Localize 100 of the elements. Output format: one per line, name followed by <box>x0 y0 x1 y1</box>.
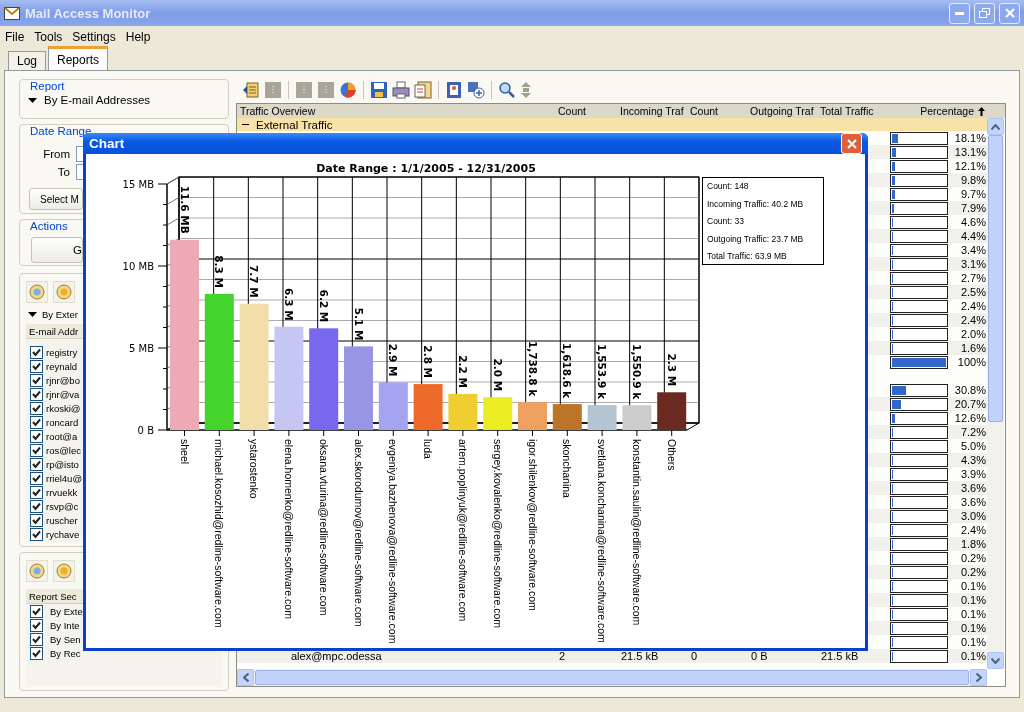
tick-label: 0 B <box>137 425 154 436</box>
menu-item[interactable]: File <box>0 30 30 44</box>
axis-label: alex.skorodumov@redline-software.com <box>352 439 365 627</box>
summary-line: Total Traffic: 63.9 MB <box>707 251 788 261</box>
action-button[interactable]: G <box>31 237 83 263</box>
sort-arrow-icon <box>978 106 985 116</box>
date-field[interactable] <box>76 164 83 180</box>
value-label: 2.2 M <box>456 355 469 388</box>
axis-label: konstantin.saulin@redline-software.com <box>630 439 643 626</box>
caret-left-icon[interactable] <box>242 673 249 682</box>
checkbox[interactable] <box>30 499 43 513</box>
column-header[interactable]: Incoming Traf <box>617 104 687 118</box>
checkbox[interactable] <box>30 457 43 471</box>
tab[interactable]: Log <box>8 51 47 70</box>
checkbox[interactable] <box>30 604 43 618</box>
checkbox[interactable] <box>30 443 43 457</box>
pie-chart-icon[interactable] <box>339 81 357 99</box>
checkbox[interactable] <box>30 429 43 443</box>
checkbox[interactable] <box>30 387 43 401</box>
document-icon[interactable] <box>414 81 432 99</box>
table-cell: 2.4% <box>960 314 987 326</box>
section-label: By Sen <box>50 633 81 645</box>
column-header[interactable]: Count <box>555 104 617 118</box>
checkbox[interactable] <box>30 373 43 387</box>
menu-item[interactable]: Help <box>120 30 156 44</box>
add-item-icon[interactable] <box>467 81 485 99</box>
radio-icon[interactable] <box>53 281 75 303</box>
checkbox[interactable] <box>30 527 43 541</box>
axis-label: oksana.vturina@redline-software.com <box>317 439 330 616</box>
checkbox[interactable] <box>30 345 43 359</box>
table-cell: 20.7% <box>954 398 987 410</box>
address-label: rjnr@bo <box>46 374 80 386</box>
group-label: Actions <box>28 220 70 232</box>
caret-right-icon[interactable] <box>975 673 982 682</box>
summary-line: Incoming Traffic: 40.2 MB <box>707 198 805 209</box>
checkbox[interactable] <box>30 485 43 499</box>
dropdown-arrow-icon <box>28 97 37 103</box>
table-cell: 0.2% <box>960 552 987 564</box>
section-label: By Exte <box>50 605 83 617</box>
horizontal-scrollbar[interactable] <box>237 669 987 686</box>
checkbox[interactable] <box>30 415 43 429</box>
vertical-scrollbar[interactable] <box>987 118 1004 669</box>
tab[interactable]: Reports <box>48 46 109 70</box>
checkbox[interactable] <box>30 401 43 415</box>
table-cell: 12.1% <box>954 160 987 172</box>
address-label: reynald <box>46 360 78 372</box>
date-field[interactable] <box>76 146 83 162</box>
checkbox[interactable] <box>30 632 43 646</box>
printer-icon[interactable] <box>392 81 410 99</box>
window-title: Mail Access Monitor <box>25 5 151 21</box>
value-label: 5.1 M <box>352 307 365 341</box>
axis-label: svetlana.konchanina@redline-software.com <box>596 439 609 643</box>
value-label: 2.0 M <box>491 358 504 392</box>
table-cell: 1.8% <box>960 538 987 550</box>
address-label: rychave <box>46 528 80 540</box>
list-icon[interactable] <box>242 81 260 99</box>
radio-icon[interactable] <box>26 281 48 303</box>
caret-up-icon[interactable] <box>991 123 1000 130</box>
value-label: 1,550.9 k <box>630 344 643 400</box>
checkbox[interactable] <box>30 359 43 373</box>
table-cell: 1.6% <box>960 342 987 354</box>
value-label: 7.7 M <box>248 265 261 298</box>
address-label: rp@isto <box>46 458 79 470</box>
report-selector[interactable]: By E-mail Addresses <box>44 94 151 106</box>
radio-icon[interactable] <box>53 560 75 582</box>
close-icon <box>846 138 857 149</box>
column-header[interactable]: Percentage <box>887 104 987 118</box>
table-cell: 9.8% <box>960 174 987 186</box>
caret-down-icon[interactable] <box>991 657 1000 664</box>
table-cell-text: 0 <box>690 649 699 663</box>
axis-label: artem.poplinyuk@redline-software.com <box>456 439 469 622</box>
column-header[interactable]: Total Traffic <box>817 104 887 118</box>
value-label: 6.3 M <box>282 287 295 321</box>
table-cell: 3.4% <box>960 244 987 256</box>
summary-line: Outgoing Traffic: 23.7 MB <box>707 233 805 244</box>
filter-selector[interactable]: By Exter <box>42 308 78 320</box>
dropdown-arrow-icon <box>28 311 37 317</box>
column-header[interactable]: Count <box>687 104 747 118</box>
checkbox[interactable] <box>30 513 43 527</box>
checkbox[interactable] <box>30 618 43 632</box>
checkbox[interactable] <box>30 471 43 485</box>
select-button[interactable]: Select M <box>29 188 83 210</box>
contact-card-icon[interactable] <box>445 81 463 99</box>
group-row[interactable]: External Traffic <box>237 118 987 131</box>
group-label: External Traffic <box>256 118 333 131</box>
menu-item[interactable]: Tools <box>29 30 68 44</box>
table-cell: 7.2% <box>960 426 987 438</box>
table-cell: 9.7% <box>960 188 987 200</box>
radio-icon[interactable] <box>26 560 48 582</box>
menu-item[interactable]: Settings <box>67 30 121 44</box>
column-header[interactable]: Traffic Overview <box>237 104 555 118</box>
address-label: roncard <box>46 416 79 428</box>
address-label: root@a <box>46 430 78 442</box>
search-icon[interactable] <box>498 81 516 99</box>
axis-label: Others <box>665 439 678 471</box>
table-cell: 4.6% <box>960 216 987 228</box>
column-header[interactable]: Outgoing Traf <box>747 104 817 118</box>
value-label: 6.2 M <box>317 289 330 323</box>
checkbox[interactable] <box>30 646 43 660</box>
axis-label: evgeniya.bazhenova@redline-software.com <box>387 439 400 644</box>
